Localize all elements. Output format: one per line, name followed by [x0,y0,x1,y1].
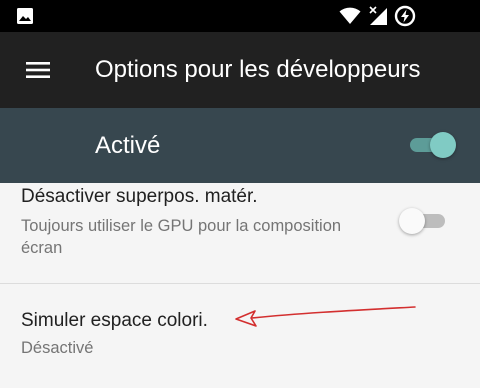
battery-charging-icon [393,0,417,32]
master-switch-label: Activé [95,132,161,159]
pref-summary: Toujours utiliser le GPU pour la composi… [21,217,342,257]
image-icon [14,0,36,32]
app-bar: Options pour les développeurs [0,32,480,108]
page-title: Options pour les développeurs [95,56,421,83]
switch-thumb [430,132,456,158]
pref-summary: Désactivé [21,339,94,357]
pref-simulate-color-space[interactable]: Simuler espace colori. Désactivé [0,284,480,388]
hamburger-menu-icon[interactable] [18,52,58,88]
switch-thumb [399,208,425,234]
master-toggle-switch[interactable] [410,132,456,158]
pref-title: Désactiver superpos. matér. [21,186,258,207]
status-bar [0,0,480,32]
hw-overlays-toggle-switch[interactable] [399,208,445,234]
pref-disable-hw-overlays[interactable]: Désactiver superpos. matér. Toujours uti… [0,183,480,283]
no-signal-icon [366,0,390,32]
wifi-icon [338,0,362,32]
master-switch-bar[interactable]: Activé [0,108,480,183]
pref-title: Simuler espace colori. [21,310,208,331]
